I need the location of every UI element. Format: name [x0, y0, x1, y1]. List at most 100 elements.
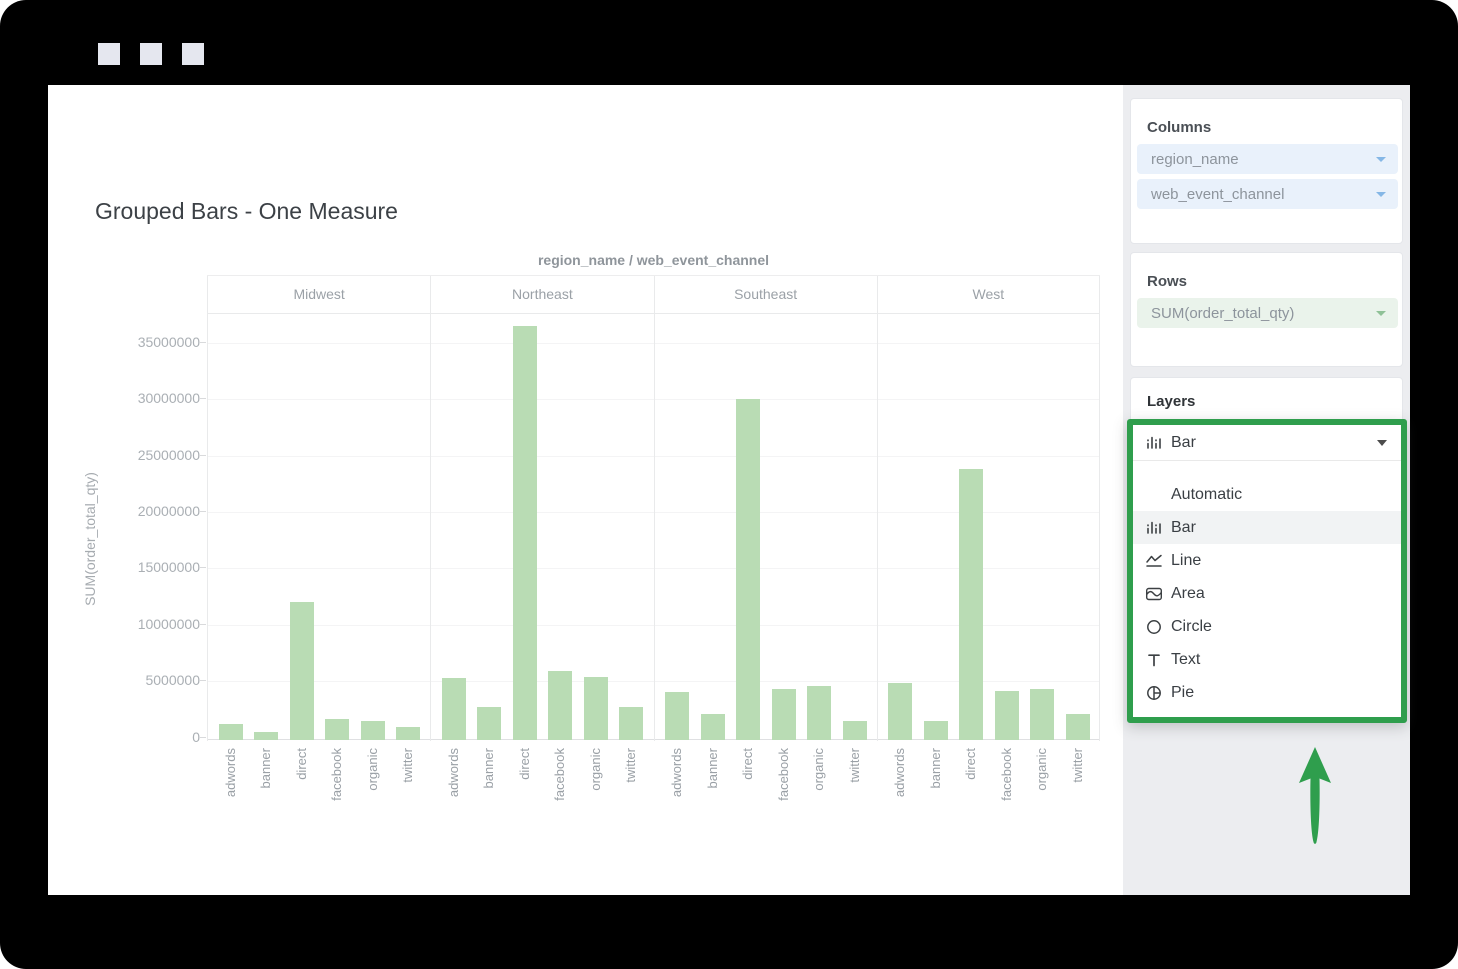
y-tick-label: 20000000	[103, 503, 200, 519]
bar-midwest-banner[interactable]	[254, 732, 278, 741]
row-pill-sum-order-total-qty[interactable]: SUM(order_total_qty)	[1137, 298, 1398, 328]
bar-midwest-organic[interactable]	[361, 721, 385, 741]
layer-type-menu: Automatic Bar Line Area Circle Text Pie	[1133, 478, 1401, 709]
area-chart-icon	[1144, 584, 1164, 604]
y-tick-mark	[199, 398, 206, 399]
y-axis-title: SUM(order_total_qty)	[82, 339, 98, 739]
y-tick-label: 10000000	[103, 616, 200, 632]
x-tick-label: banner	[705, 748, 721, 788]
circle-chart-icon	[1144, 617, 1164, 637]
columns-header: Columns	[1147, 119, 1211, 136]
app-window-frame: Grouped Bars - One Measure region_name /…	[0, 0, 1458, 969]
layer-option-label: Bar	[1171, 519, 1196, 537]
titlebar-button-3[interactable]	[182, 43, 204, 65]
chevron-down-icon[interactable]	[1376, 157, 1386, 162]
bar-midwest-direct[interactable]	[290, 602, 314, 740]
bar-northeast-organic[interactable]	[584, 677, 608, 741]
bar-northeast-twitter[interactable]	[619, 707, 643, 740]
titlebar-button-1[interactable]	[98, 43, 120, 65]
facet-panel-midwest: Midwest	[207, 276, 430, 741]
bar-northeast-facebook[interactable]	[548, 671, 572, 741]
bar-southeast-facebook[interactable]	[772, 689, 796, 741]
y-tick-mark	[199, 624, 206, 625]
chart-canvas: Grouped Bars - One Measure region_name /…	[48, 85, 1123, 895]
layer-option-bar[interactable]: Bar	[1133, 511, 1401, 544]
x-tick-label: direct	[963, 748, 979, 780]
page-title: Grouped Bars - One Measure	[95, 198, 398, 225]
bar-southeast-twitter[interactable]	[843, 721, 867, 741]
bar-northeast-direct[interactable]	[513, 326, 537, 741]
rows-header: Rows	[1147, 273, 1187, 290]
x-tick-label: organic	[588, 748, 604, 791]
layer-option-label: Automatic	[1171, 486, 1242, 504]
layer-option-text[interactable]: Text	[1133, 643, 1401, 676]
x-tick-label: facebook	[776, 748, 792, 801]
bar-northeast-banner[interactable]	[477, 707, 501, 740]
chevron-down-icon[interactable]	[1376, 192, 1386, 197]
x-tick-label: organic	[1034, 748, 1050, 791]
layer-type-selected-label: Bar	[1171, 434, 1377, 452]
layer-option-circle[interactable]: Circle	[1133, 610, 1401, 643]
bar-midwest-facebook[interactable]	[325, 719, 349, 740]
bar-west-banner[interactable]	[924, 721, 948, 741]
bar-west-adwords[interactable]	[888, 683, 912, 740]
bar-chart-icon	[1144, 433, 1164, 453]
app-content: Grouped Bars - One Measure region_name /…	[48, 85, 1410, 895]
plot-area: MidwestNortheastSoutheastWest	[207, 275, 1100, 740]
y-tick-mark	[199, 737, 206, 738]
chevron-down-icon[interactable]	[1376, 311, 1386, 316]
y-tick-mark	[199, 680, 206, 681]
bar-southeast-direct[interactable]	[736, 399, 760, 740]
y-tick-mark	[199, 567, 206, 568]
x-tick-label: facebook	[999, 748, 1015, 801]
layer-option-area[interactable]: Area	[1133, 577, 1401, 610]
layer-option-pie[interactable]: Pie	[1133, 676, 1401, 709]
bar-southeast-adwords[interactable]	[665, 692, 689, 740]
facet-panel-northeast: Northeast	[430, 276, 653, 741]
layer-option-line[interactable]: Line	[1133, 544, 1401, 577]
column-pill-region-name[interactable]: region_name	[1137, 144, 1398, 174]
chevron-down-icon[interactable]	[1377, 440, 1387, 446]
bar-west-organic[interactable]	[1030, 689, 1054, 741]
titlebar-button-2[interactable]	[140, 43, 162, 65]
bar-southeast-banner[interactable]	[701, 714, 725, 741]
bar-southeast-organic[interactable]	[807, 686, 831, 741]
x-tick-label: twitter	[623, 748, 639, 783]
annotation-arrow-up-icon	[1295, 743, 1335, 853]
column-pill-web-event-channel[interactable]: web_event_channel	[1137, 179, 1398, 209]
y-tick-mark	[199, 511, 206, 512]
bar-west-twitter[interactable]	[1066, 714, 1090, 741]
x-tick-label: facebook	[552, 748, 568, 801]
layer-option-automatic[interactable]: Automatic	[1133, 478, 1401, 511]
x-tick-label: adwords	[669, 748, 685, 797]
bar-northeast-adwords[interactable]	[442, 678, 466, 741]
column-pill-label: web_event_channel	[1151, 186, 1376, 203]
layer-option-label: Pie	[1171, 684, 1194, 702]
layer-option-label: Area	[1171, 585, 1205, 603]
bar-west-direct[interactable]	[959, 469, 983, 740]
bar-midwest-twitter[interactable]	[396, 727, 420, 740]
x-tick-label: twitter	[1070, 748, 1086, 783]
rows-card: Rows SUM(order_total_qty)	[1130, 252, 1403, 367]
layer-option-label: Text	[1171, 651, 1200, 669]
facet-label: Southeast	[655, 286, 877, 302]
layer-option-label: Line	[1171, 552, 1201, 570]
x-tick-label: adwords	[892, 748, 908, 797]
facet-label: Northeast	[431, 286, 653, 302]
x-tick-label: twitter	[400, 748, 416, 783]
x-tick-label: organic	[811, 748, 827, 791]
y-tick-mark	[199, 342, 206, 343]
facet-label: West	[878, 286, 1099, 302]
bar-west-facebook[interactable]	[995, 691, 1019, 740]
layer-option-label: Circle	[1171, 618, 1212, 636]
sidebar: Columns region_name web_event_channel Ro…	[1123, 85, 1410, 895]
layer-type-select[interactable]: Bar	[1133, 425, 1401, 461]
bar-chart-icon	[1144, 518, 1164, 538]
x-tick-label: direct	[517, 748, 533, 780]
bar-midwest-adwords[interactable]	[219, 724, 243, 741]
x-tick-label: banner	[928, 748, 944, 788]
y-tick-label: 35000000	[103, 334, 200, 350]
row-pill-label: SUM(order_total_qty)	[1151, 305, 1376, 322]
y-tick-label: 5000000	[103, 672, 200, 688]
x-tick-label: facebook	[329, 748, 345, 801]
